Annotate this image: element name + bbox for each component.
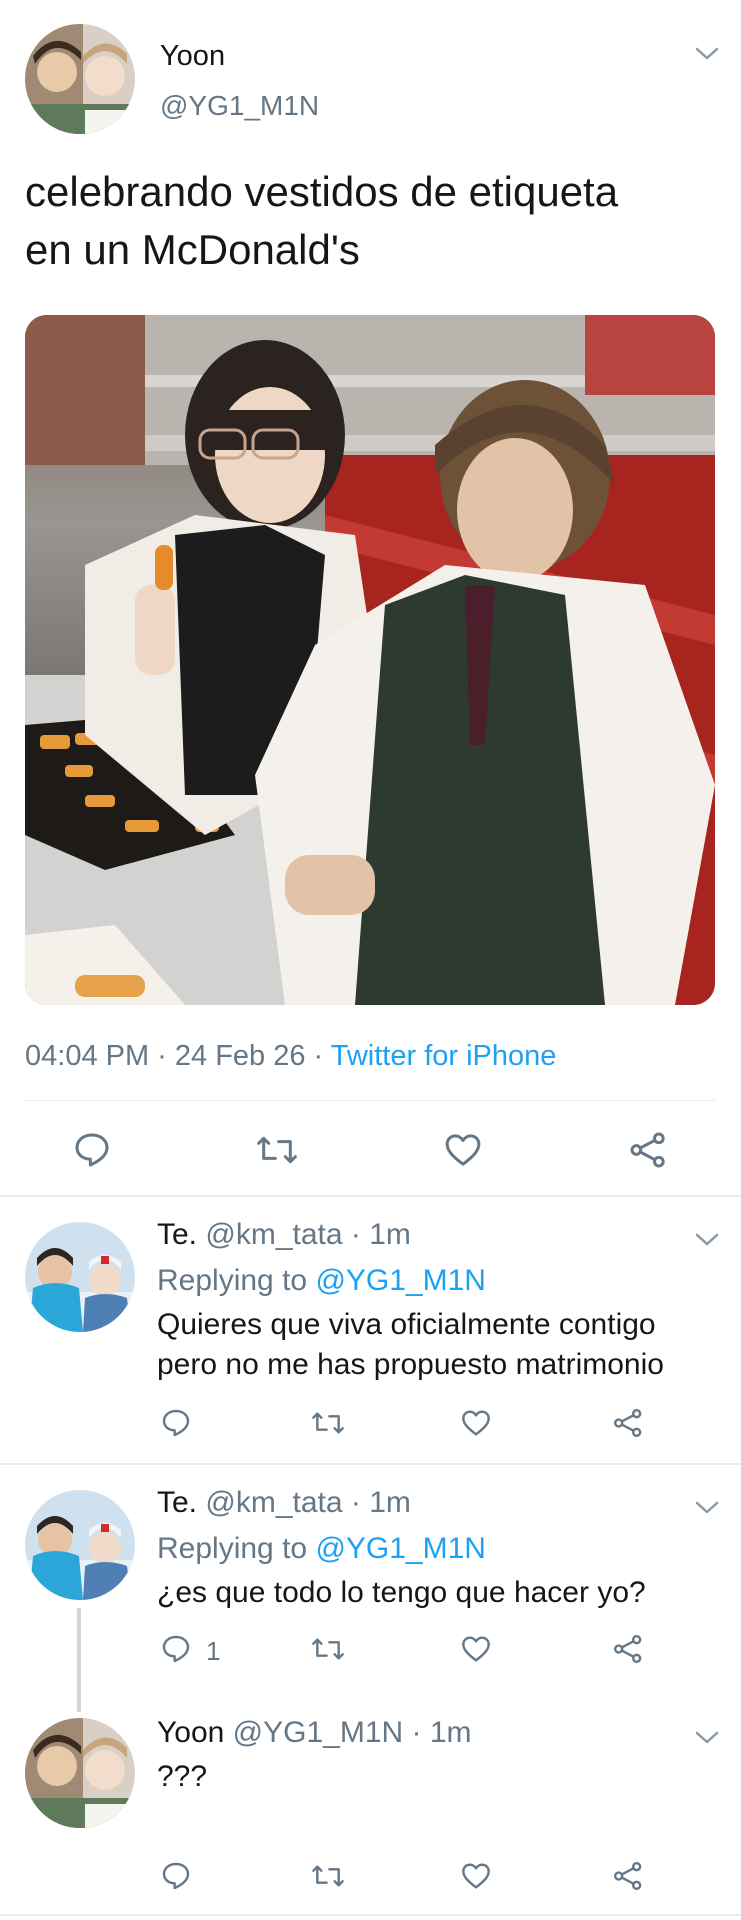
tweet-source-link[interactable]: Twitter for iPhone	[331, 1040, 557, 1072]
reply-icon[interactable]	[160, 1860, 192, 1892]
retweet-icon[interactable]	[255, 1130, 299, 1170]
replying-to-link[interactable]: @YG1_M1N	[315, 1532, 486, 1565]
reply-avatar[interactable]	[25, 1490, 135, 1600]
reply-count: 1	[206, 1636, 221, 1666]
retweet-icon[interactable]	[310, 1407, 346, 1439]
like-icon[interactable]	[460, 1633, 492, 1665]
reply-header: Yoon @YG1_M1N · 1m	[157, 1716, 472, 1750]
tweet-text-line-1: celebrando vestidos de etiqueta	[25, 168, 619, 215]
reply-icon[interactable]	[160, 1633, 192, 1665]
chevron-down-icon[interactable]	[695, 1233, 719, 1247]
retweet-icon[interactable]	[310, 1860, 346, 1892]
reply-header: Te. @km_tata · 1m	[157, 1218, 411, 1252]
thread-connector	[77, 1608, 81, 1712]
reply-author-handle[interactable]: @km_tata	[205, 1486, 342, 1519]
reply-header: Te. @km_tata · 1m	[157, 1486, 411, 1520]
reply-author-name[interactable]: Te.	[157, 1486, 197, 1519]
reply-author-handle[interactable]: @km_tata	[205, 1218, 342, 1251]
reply-text-line-1: ???	[157, 1760, 208, 1793]
reply-author-name[interactable]: Te.	[157, 1218, 197, 1251]
section-divider	[0, 1195, 741, 1197]
meta-divider	[25, 1100, 716, 1101]
share-icon[interactable]	[612, 1633, 644, 1665]
reply-time: · 1m	[350, 1486, 411, 1519]
tweet-meta: 04:04 PM · 24 Feb 26 · Twitter for iPhon…	[25, 1040, 556, 1073]
reply-author-handle[interactable]: @YG1_M1N	[233, 1716, 404, 1749]
chevron-down-icon[interactable]	[695, 1501, 719, 1515]
reply-icon[interactable]	[160, 1407, 192, 1439]
replying-to: Replying to @YG1_M1N	[157, 1532, 486, 1566]
reply-text-line-2: pero no me has propuesto matrimonio	[157, 1348, 664, 1381]
reply-divider	[0, 1463, 741, 1465]
reply-avatar[interactable]	[25, 1222, 135, 1332]
retweet-icon[interactable]	[310, 1633, 346, 1665]
like-icon[interactable]	[460, 1407, 492, 1439]
replying-to-prefix: Replying to	[157, 1264, 316, 1297]
replying-to-prefix: Replying to	[157, 1532, 316, 1565]
reply-icon[interactable]	[72, 1130, 112, 1170]
replying-to-link[interactable]: @YG1_M1N	[315, 1264, 486, 1297]
bottom-divider	[0, 1914, 741, 1916]
reply-avatar[interactable]	[25, 1718, 135, 1828]
chevron-down-icon[interactable]	[695, 1731, 719, 1745]
share-icon[interactable]	[612, 1407, 644, 1439]
author-name[interactable]: Yoon	[160, 40, 225, 73]
share-icon[interactable]	[628, 1130, 668, 1170]
reply-time: · 1m	[350, 1218, 411, 1251]
reply-text-line-1: Quieres que viva oficialmente contigo	[157, 1308, 656, 1341]
author-avatar[interactable]	[25, 24, 135, 134]
chevron-down-icon[interactable]	[695, 47, 719, 61]
tweet-photo[interactable]	[25, 315, 715, 1005]
reply-text-line-1: ¿es que todo lo tengo que hacer yo?	[157, 1576, 646, 1609]
tweet-timestamp: 04:04 PM · 24 Feb 26 ·	[25, 1040, 331, 1072]
replying-to: Replying to @YG1_M1N	[157, 1264, 486, 1298]
reply-time: · 1m	[411, 1716, 472, 1749]
tweet-text-line-2: en un McDonald's	[25, 226, 360, 273]
like-icon[interactable]	[443, 1130, 483, 1170]
reply-author-name[interactable]: Yoon	[157, 1716, 224, 1749]
like-icon[interactable]	[460, 1860, 492, 1892]
author-handle[interactable]: @YG1_M1N	[160, 90, 319, 122]
share-icon[interactable]	[612, 1860, 644, 1892]
